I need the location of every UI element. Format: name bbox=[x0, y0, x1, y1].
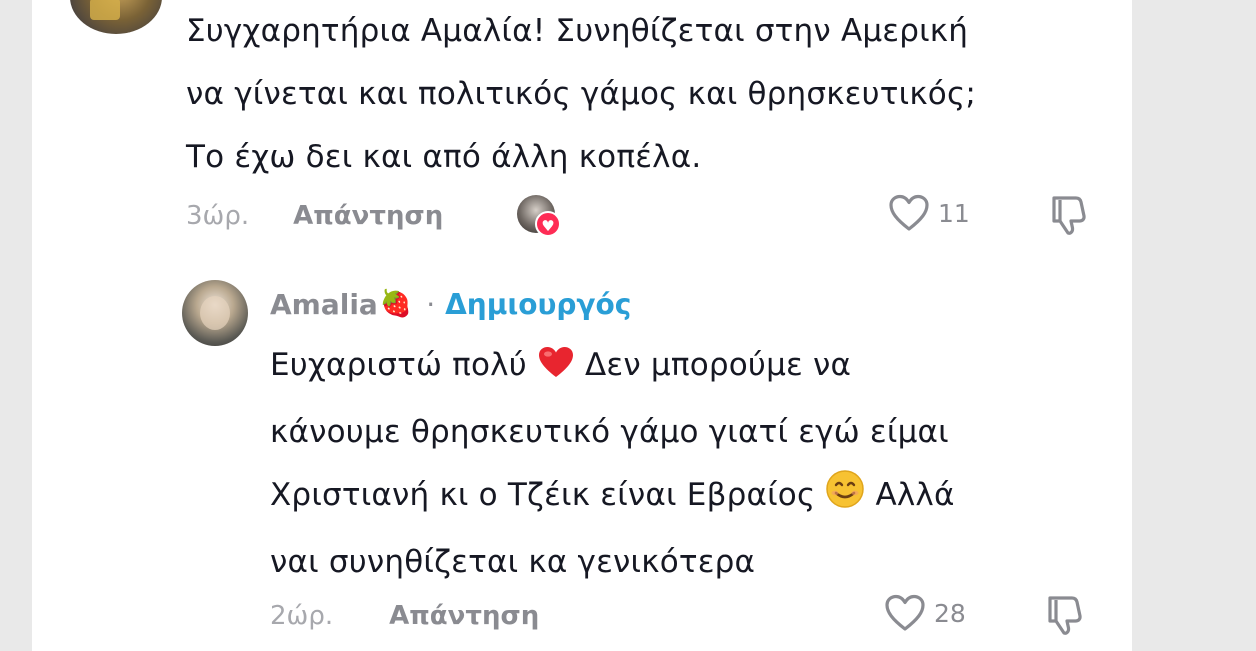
heart-badge-icon: ♥ bbox=[535, 211, 561, 237]
creator-avatar[interactable] bbox=[182, 280, 248, 346]
separator-dot: · bbox=[426, 287, 436, 321]
reply-line: Χριστιανή κι ο Τζέικ είναι Εβραίος Αλλά bbox=[270, 464, 955, 531]
reply-line: ναι συνηθίζεται κα γενικότερα bbox=[270, 544, 756, 580]
like-button[interactable]: 28 bbox=[884, 594, 966, 632]
comment-meta: 3ώρ. Απάντηση bbox=[186, 196, 443, 236]
reply-line-part: Δεν μπορούμε να bbox=[585, 347, 852, 383]
smiling-face-emoji bbox=[825, 468, 865, 531]
thumbs-down-icon bbox=[1048, 596, 1082, 635]
comment-line: να γίνεται και πολιτικός γάμος και θρησκ… bbox=[186, 76, 977, 112]
reply-line-part: Αλλά bbox=[875, 477, 955, 513]
creator-header: Amalia 🍓 · Δημιουργός bbox=[270, 282, 631, 326]
creator-name[interactable]: Amalia bbox=[270, 288, 378, 321]
comment-text: Συγχαρητήρια Αμαλία! Συνηθίζεται στην Αμ… bbox=[186, 0, 976, 189]
dislike-button[interactable] bbox=[1046, 192, 1092, 238]
reply-line-part: Χριστιανή κι ο Τζέικ είναι Εβραίος bbox=[270, 477, 816, 513]
reply-button[interactable]: Απάντηση bbox=[389, 601, 539, 631]
comment-line: Συγχαρητήρια Αμαλία! Συνηθίζεται στην Αμ… bbox=[186, 13, 969, 49]
reply-text: Ευχαριστώ πολύ Δεν μπορούμε να κάνουμε θ… bbox=[270, 334, 955, 594]
creator-badge: Δημιουργός bbox=[445, 287, 632, 321]
reply-line-part: Ευχαριστώ πολύ bbox=[270, 347, 527, 383]
like-count: 11 bbox=[938, 198, 970, 228]
heart-outline-icon bbox=[889, 194, 929, 231]
reply-line: κάνουμε θρησκευτικό γάμο γιατί εγώ είμαι bbox=[270, 414, 949, 450]
reply-meta: 2ώρ. Απάντηση bbox=[270, 596, 539, 636]
reply-button[interactable]: Απάντηση bbox=[293, 201, 443, 231]
strawberry-emoji: 🍓 bbox=[379, 289, 413, 319]
reply-line: Ευχαριστώ πολύ Δεν μπορούμε να bbox=[270, 334, 955, 401]
comment-time: 3ώρ. bbox=[186, 201, 250, 231]
dislike-button[interactable] bbox=[1042, 592, 1088, 638]
creator-liked-indicator: ♥ bbox=[517, 195, 561, 237]
comment-line: Το έχω δει και από άλλη κοπέλα. bbox=[186, 139, 702, 175]
like-button[interactable]: 11 bbox=[888, 194, 970, 232]
reply-time: 2ώρ. bbox=[270, 601, 334, 631]
like-count: 28 bbox=[934, 598, 966, 628]
thumbs-down-icon bbox=[1052, 196, 1086, 235]
red-heart-emoji bbox=[537, 338, 575, 401]
heart-outline-icon bbox=[885, 594, 925, 631]
